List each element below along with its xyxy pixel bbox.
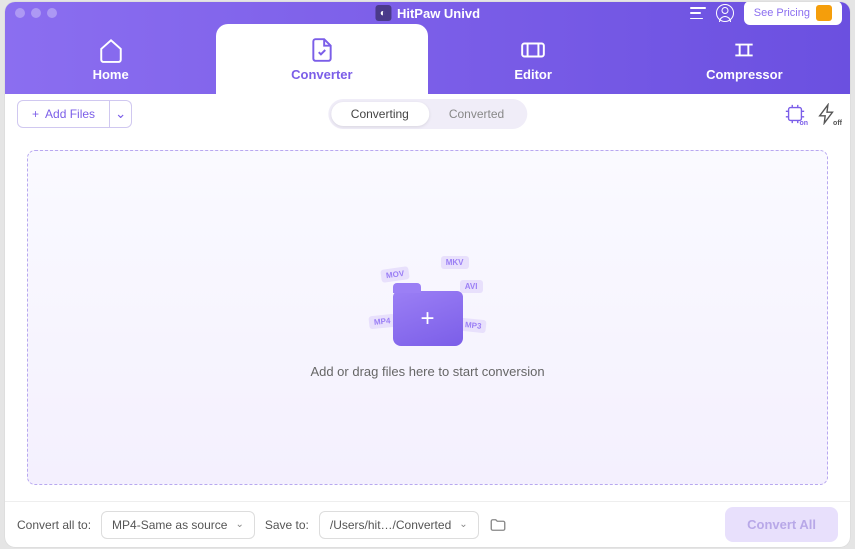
app-window: ◐ HitPaw Univd See Pricing Home Converte… bbox=[5, 2, 850, 547]
save-path-select[interactable]: /Users/hit…/Converted ⌄ bbox=[319, 511, 479, 539]
app-logo-icon: ◐ bbox=[375, 5, 391, 21]
hw-label: on bbox=[799, 120, 808, 127]
content-area: MOV MKV AVI MP4 MP3 + Add or drag files … bbox=[5, 134, 850, 501]
chevron-down-icon: ⌄ bbox=[459, 519, 467, 530]
chevron-down-icon: ⌄ bbox=[235, 519, 243, 530]
nav-editor[interactable]: Editor bbox=[428, 24, 639, 94]
nav-label: Compressor bbox=[706, 67, 783, 82]
chip-mov: MOV bbox=[380, 266, 410, 283]
pricing-label: See Pricing bbox=[754, 7, 810, 19]
tab-converted[interactable]: Converted bbox=[429, 102, 524, 126]
speed-label: off bbox=[833, 120, 842, 127]
dropzone[interactable]: MOV MKV AVI MP4 MP3 + Add or drag files … bbox=[27, 150, 828, 485]
add-files-dropdown[interactable]: ⌄ bbox=[110, 100, 132, 128]
converter-icon bbox=[309, 37, 335, 63]
menu-icon[interactable] bbox=[690, 7, 706, 19]
traffic-lights bbox=[15, 8, 57, 18]
hardware-accel-toggle[interactable]: on bbox=[784, 103, 806, 125]
chip-avi: AVI bbox=[460, 280, 483, 293]
plus-icon: + bbox=[32, 107, 39, 121]
nav-label: Converter bbox=[291, 67, 352, 82]
chip-mkv: MKV bbox=[441, 256, 469, 269]
maximize-icon[interactable] bbox=[47, 8, 57, 18]
nav-converter[interactable]: Converter bbox=[216, 24, 427, 94]
convert-all-button[interactable]: Convert All bbox=[725, 507, 838, 542]
user-icon[interactable] bbox=[716, 4, 734, 22]
app-title-group: ◐ HitPaw Univd bbox=[375, 5, 480, 21]
folder-icon: + bbox=[393, 291, 463, 346]
home-icon bbox=[98, 37, 124, 63]
app-title: HitPaw Univd bbox=[397, 6, 480, 21]
nav-home[interactable]: Home bbox=[5, 24, 216, 94]
compressor-icon bbox=[731, 37, 757, 63]
chip-mp4: MP4 bbox=[368, 314, 396, 330]
save-to-label: Save to: bbox=[265, 518, 309, 532]
open-folder-icon[interactable] bbox=[489, 516, 507, 534]
dropzone-text: Add or drag files here to start conversi… bbox=[310, 364, 544, 379]
nav-label: Home bbox=[93, 67, 129, 82]
see-pricing-button[interactable]: See Pricing bbox=[744, 2, 842, 25]
editor-icon bbox=[520, 37, 546, 63]
format-value: MP4-Same as source bbox=[112, 518, 227, 532]
plus-icon: + bbox=[420, 305, 434, 333]
chevron-down-icon: ⌄ bbox=[115, 106, 126, 122]
main-nav: Home Converter Editor Compressor bbox=[5, 24, 850, 94]
minimize-icon[interactable] bbox=[31, 8, 41, 18]
add-files-group: + Add Files ⌄ bbox=[17, 100, 132, 128]
nav-compressor[interactable]: Compressor bbox=[639, 24, 850, 94]
close-icon[interactable] bbox=[15, 8, 25, 18]
flame-icon bbox=[816, 5, 832, 21]
footer: Convert all to: MP4-Same as source ⌄ Sav… bbox=[5, 501, 850, 547]
status-tabs: Converting Converted bbox=[328, 99, 527, 129]
save-path-value: /Users/hit…/Converted bbox=[330, 518, 451, 532]
add-files-label: Add Files bbox=[45, 107, 95, 121]
nav-label: Editor bbox=[514, 67, 552, 82]
tab-converting[interactable]: Converting bbox=[331, 102, 429, 126]
dropzone-illustration: MOV MKV AVI MP4 MP3 + bbox=[373, 256, 483, 346]
speed-toggle[interactable]: off bbox=[816, 103, 838, 125]
convert-all-to-label: Convert all to: bbox=[17, 518, 91, 532]
add-files-button[interactable]: + Add Files bbox=[17, 100, 110, 128]
toolbar: + Add Files ⌄ Converting Converted on of… bbox=[5, 94, 850, 134]
format-select[interactable]: MP4-Same as source ⌄ bbox=[101, 511, 255, 539]
chip-mp3: MP3 bbox=[459, 318, 487, 334]
titlebar: ◐ HitPaw Univd See Pricing bbox=[5, 2, 850, 24]
